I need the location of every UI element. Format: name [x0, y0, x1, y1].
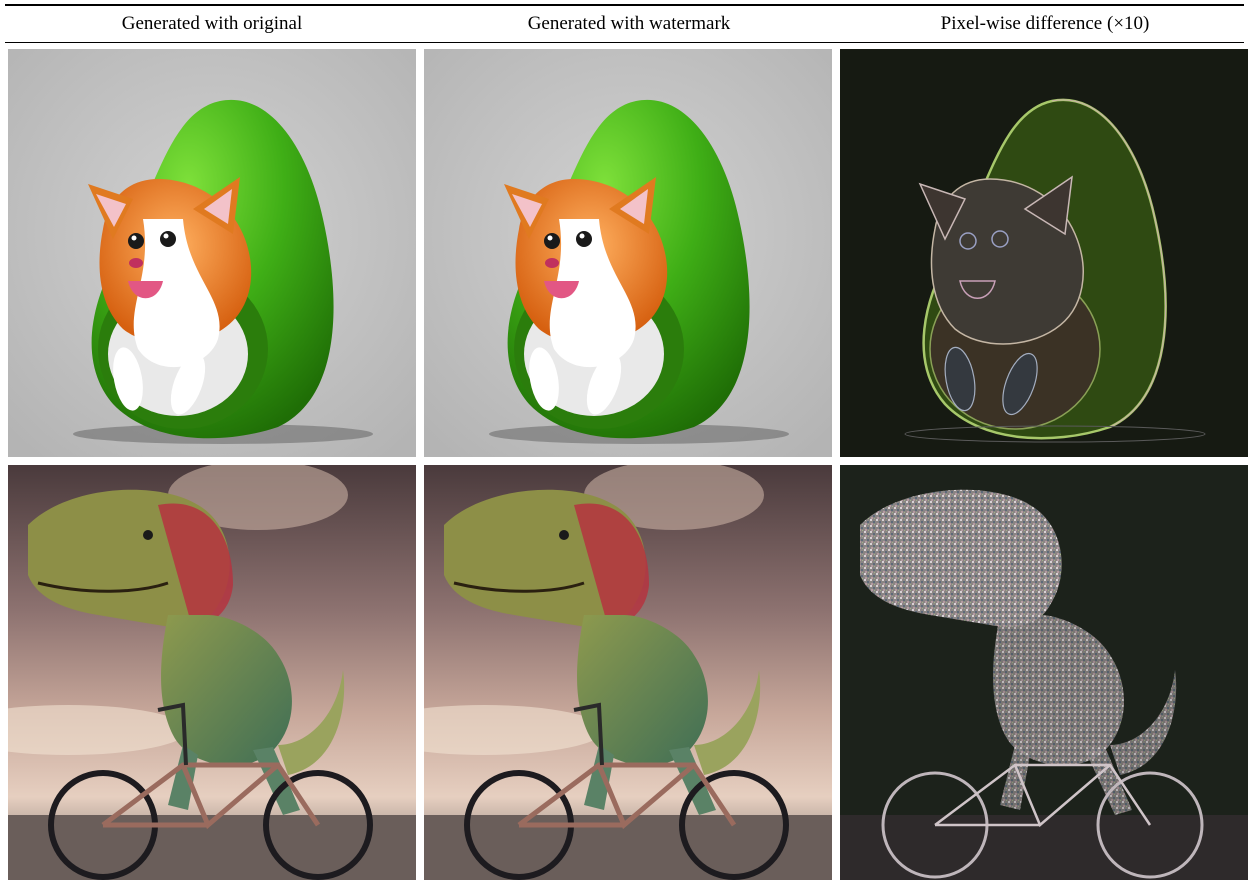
corgi-difference-image [840, 49, 1248, 457]
header-generated-watermark: Generated with watermark [527, 13, 731, 34]
trex-watermark-image [424, 465, 832, 880]
corgi-watermark-image [424, 49, 832, 457]
trex-difference-image [840, 465, 1248, 880]
header-pixel-difference: Pixel-wise difference (×10) [940, 13, 1150, 34]
corgi-original-image [8, 49, 416, 457]
trex-original-image [8, 465, 416, 880]
table-header: Generated with original Generated with w… [5, 8, 1244, 40]
table-top-rule [5, 4, 1244, 6]
table-header-rule [5, 42, 1244, 43]
header-generated-original: Generated with original [121, 13, 303, 34]
